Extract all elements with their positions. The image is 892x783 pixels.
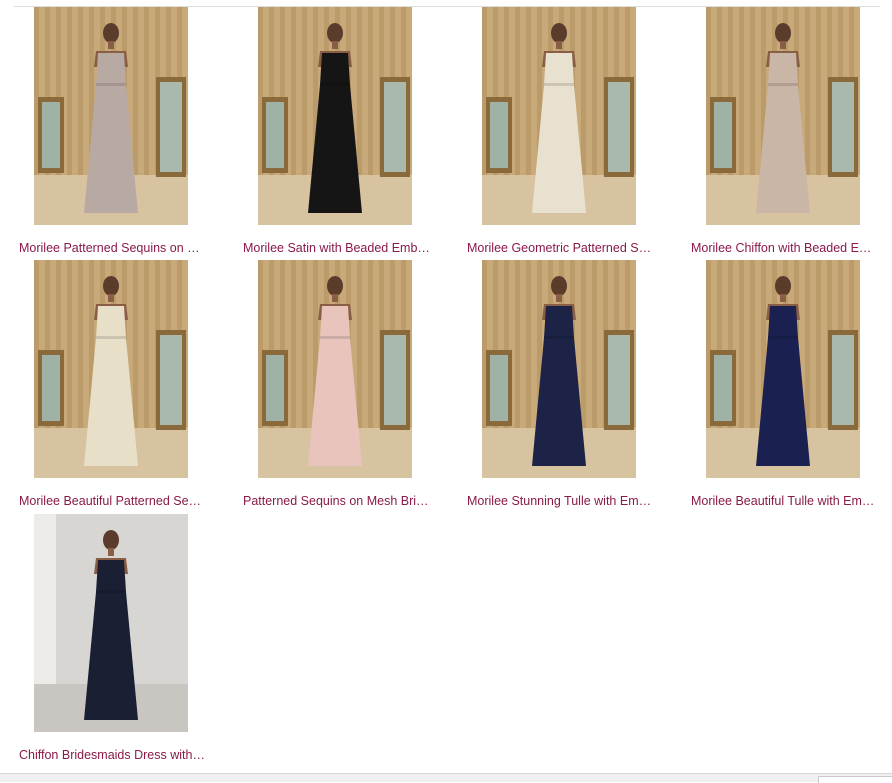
product-card: Patterned Sequins on Mesh Bri… xyxy=(243,260,453,513)
product-title-link[interactable]: Morilee Geometric Patterned S… xyxy=(467,240,655,256)
product-title-link[interactable]: Patterned Sequins on Mesh Bri… xyxy=(243,493,431,509)
product-title-link[interactable]: Morilee Beautiful Tulle with Em… xyxy=(691,493,879,509)
dress-photo xyxy=(34,260,188,478)
product-card: Chiffon Bridesmaids Dress with… xyxy=(19,514,229,767)
product-image[interactable] xyxy=(258,7,412,225)
product-grid: Morilee Patterned Sequins on … Morilee S… xyxy=(0,0,892,770)
product-title-link[interactable]: Morilee Satin with Beaded Emb… xyxy=(243,240,431,256)
dress-photo xyxy=(258,7,412,225)
product-image[interactable] xyxy=(482,260,636,478)
dress-photo xyxy=(34,514,188,732)
product-image[interactable] xyxy=(706,260,860,478)
product-card: Morilee Stunning Tulle with Em… xyxy=(467,260,677,513)
product-image[interactable] xyxy=(34,260,188,478)
scrollbar-thumb[interactable] xyxy=(818,776,892,783)
dress-photo xyxy=(706,260,860,478)
dress-photo xyxy=(706,7,860,225)
product-image[interactable] xyxy=(34,514,188,732)
product-card: Morilee Geometric Patterned S… xyxy=(467,7,677,260)
product-title-link[interactable]: Chiffon Bridesmaids Dress with… xyxy=(19,747,207,763)
dress-photo xyxy=(482,260,636,478)
product-card: Morilee Beautiful Patterned Seq… xyxy=(19,260,229,513)
dress-photo xyxy=(258,260,412,478)
product-image[interactable] xyxy=(258,260,412,478)
product-image[interactable] xyxy=(706,7,860,225)
product-image[interactable] xyxy=(482,7,636,225)
dress-photo xyxy=(34,7,188,225)
product-title-link[interactable]: Morilee Patterned Sequins on … xyxy=(19,240,207,256)
product-card: Morilee Beautiful Tulle with Em… xyxy=(691,260,892,513)
product-title-link[interactable]: Morilee Stunning Tulle with Em… xyxy=(467,493,655,509)
product-card: Morilee Chiffon with Beaded E… xyxy=(691,7,892,260)
dress-photo xyxy=(482,7,636,225)
product-image[interactable] xyxy=(34,7,188,225)
product-title-link[interactable]: Morilee Beautiful Patterned Seq… xyxy=(19,493,207,509)
product-card: Morilee Patterned Sequins on … xyxy=(19,7,229,260)
product-card: Morilee Satin with Beaded Emb… xyxy=(243,7,453,260)
product-title-link[interactable]: Morilee Chiffon with Beaded E… xyxy=(691,240,879,256)
